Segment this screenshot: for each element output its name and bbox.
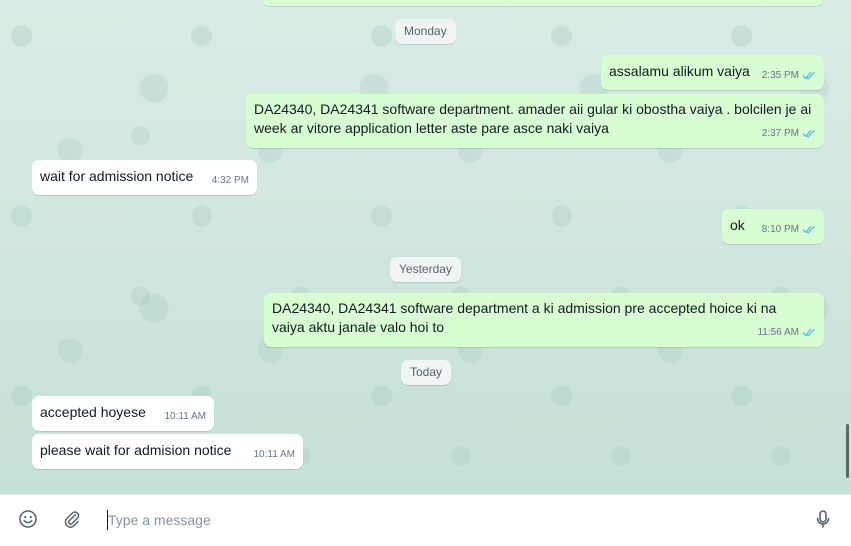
message-meta: 10:11 AM bbox=[253, 445, 295, 464]
message-time: 2:35 PM bbox=[761, 70, 799, 81]
attach-button[interactable] bbox=[60, 507, 84, 531]
chat-area: Monday assalamu alikum vaiya 2:35 PM DA2… bbox=[0, 0, 851, 494]
message-bubble-outgoing[interactable]: assalamu alikum vaiya 2:35 PM bbox=[601, 55, 824, 90]
attach-icon bbox=[64, 511, 80, 528]
previous-message-bubble bbox=[262, 0, 824, 6]
message-time: 10:11 AM bbox=[164, 411, 206, 422]
message-time: 10:11 AM bbox=[253, 449, 295, 460]
message-text: DA24340, DA24341 software department. am… bbox=[254, 101, 812, 136]
date-chip-today: Today bbox=[401, 360, 452, 385]
message-meta: 4:32 PM bbox=[212, 171, 249, 190]
double-check-icon bbox=[802, 71, 815, 80]
message-bubble-incoming[interactable]: accepted hoyese 10:11 AM bbox=[32, 396, 214, 431]
message-text: DA24340, DA24341 software department a k… bbox=[272, 300, 777, 335]
message-composer bbox=[0, 494, 851, 546]
message-time: 11:56 AM bbox=[757, 327, 799, 338]
date-chip-yesterday: Yesterday bbox=[390, 257, 461, 282]
double-check-icon bbox=[802, 129, 815, 138]
emoji-icon bbox=[19, 510, 37, 528]
voice-message-button[interactable] bbox=[811, 507, 835, 531]
message-bubble-incoming[interactable]: please wait for admision notice 10:11 AM bbox=[32, 434, 303, 469]
message-meta: 8:10 PM bbox=[762, 220, 816, 239]
message-time: 8:10 PM bbox=[761, 224, 799, 235]
emoji-button[interactable] bbox=[16, 507, 40, 531]
date-chip-monday: Monday bbox=[395, 19, 456, 44]
scrollbar-thumb[interactable] bbox=[846, 424, 849, 478]
message-input[interactable] bbox=[104, 507, 802, 533]
double-check-icon bbox=[802, 225, 815, 234]
message-meta: 11:56 AM bbox=[757, 323, 816, 342]
message-time: 2:37 PM bbox=[761, 128, 799, 139]
double-check-icon bbox=[802, 328, 815, 337]
message-bubble-outgoing[interactable]: DA24340, DA24341 software department a k… bbox=[264, 293, 824, 347]
message-meta: 10:11 AM bbox=[164, 407, 206, 426]
message-bubble-incoming[interactable]: wait for admission notice 4:32 PM bbox=[32, 160, 257, 195]
message-bubble-outgoing[interactable]: DA24340, DA24341 software department. am… bbox=[246, 94, 824, 148]
message-meta: 2:37 PM bbox=[762, 124, 816, 143]
message-bubble-outgoing[interactable]: ok 8:10 PM bbox=[722, 209, 824, 244]
message-meta: 2:35 PM bbox=[762, 66, 816, 85]
microphone-icon bbox=[816, 510, 830, 528]
message-time: 4:32 PM bbox=[211, 175, 249, 186]
